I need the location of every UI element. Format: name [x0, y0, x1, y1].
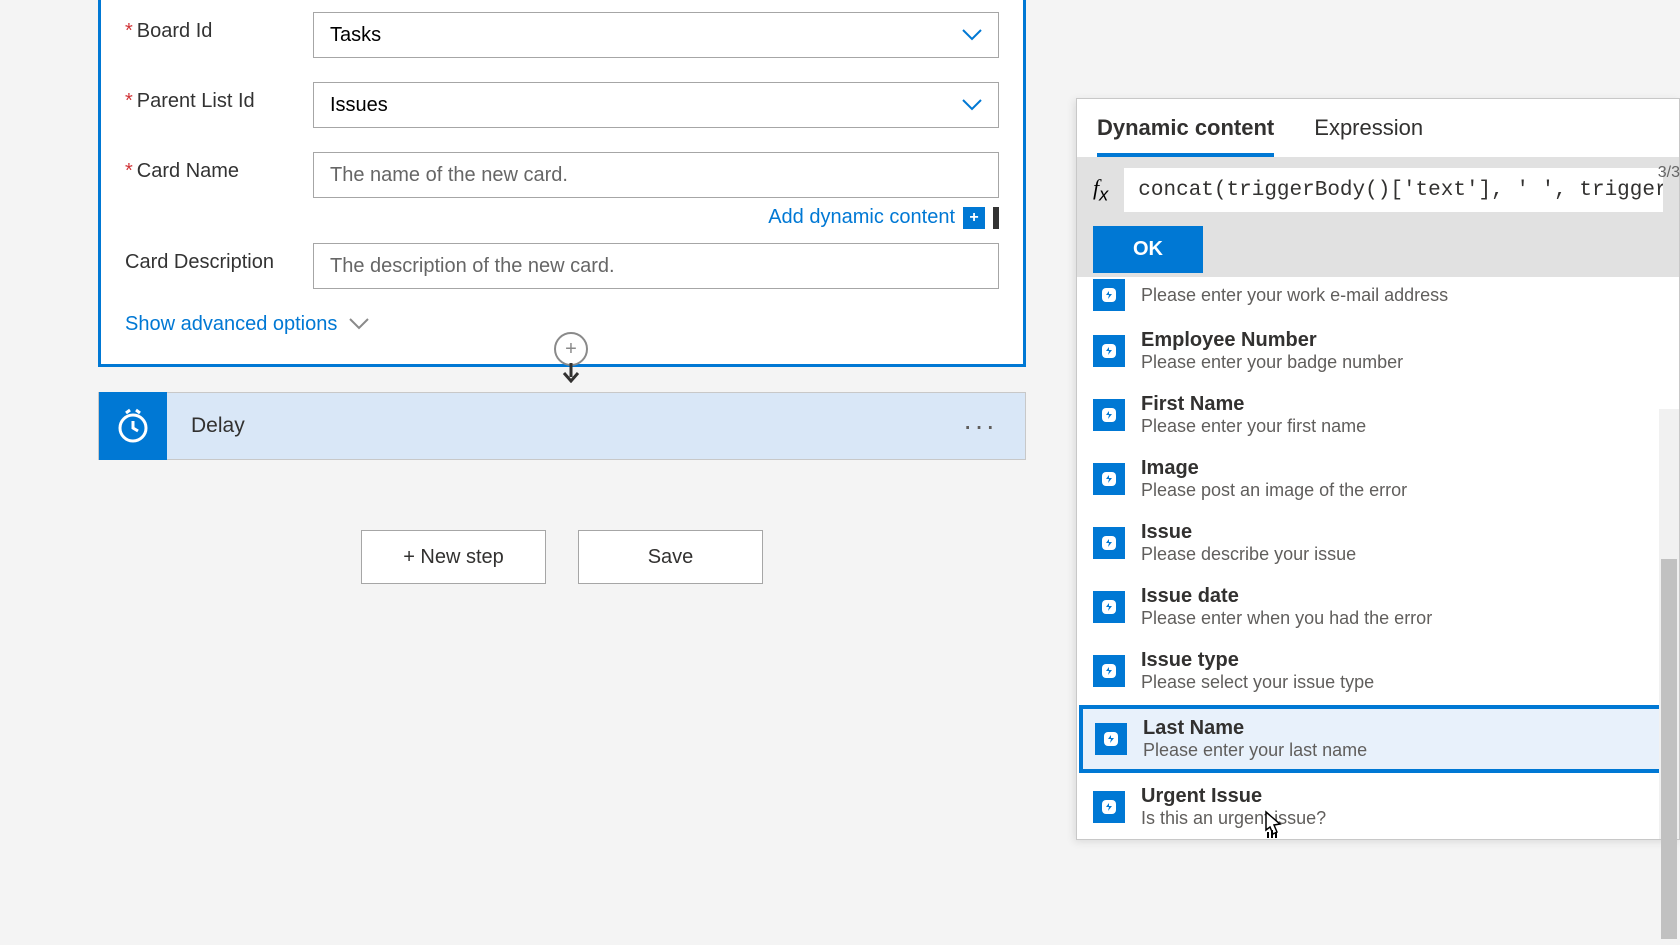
item-text: Last NamePlease enter your last name [1143, 717, 1367, 761]
board-id-row: *Board Id Tasks [125, 0, 999, 70]
item-desc: Please select your issue type [1141, 672, 1374, 693]
add-step-circle-icon[interactable]: + [554, 332, 588, 366]
item-desc: Please post an image of the error [1141, 480, 1407, 501]
content-item-employee-number[interactable]: Employee NumberPlease enter your badge n… [1077, 319, 1679, 383]
add-dynamic-content-row: Add dynamic content + [313, 206, 999, 229]
item-title: Employee Number [1141, 329, 1403, 352]
content-item-issue-date[interactable]: Issue datePlease enter when you had the … [1077, 575, 1679, 639]
fx-icon: fx [1093, 175, 1112, 205]
card-name-input[interactable]: The name of the new card. [313, 152, 999, 198]
action-buttons: + New step Save [98, 530, 1026, 584]
item-title: Issue [1141, 521, 1356, 544]
scroll-thumb[interactable] [1661, 559, 1677, 939]
content-item-email[interactable]: Please enter your work e-mail address [1077, 277, 1679, 319]
delay-label: Delay [167, 414, 963, 438]
item-text: Please enter your work e-mail address [1141, 285, 1448, 306]
arrow-down-icon [560, 362, 582, 390]
item-title: Image [1141, 457, 1407, 480]
dynamic-content-panel: Dynamic content Expression fx concat(tri… [1076, 98, 1680, 840]
item-title: Urgent Issue [1141, 785, 1326, 808]
create-card-form: *Board Id Tasks *Parent List Id Issues *… [98, 0, 1026, 367]
item-desc: Please describe your issue [1141, 544, 1356, 565]
item-title: Issue date [1141, 585, 1432, 608]
flow-connector: + [554, 332, 588, 390]
item-desc: Please enter when you had the error [1141, 608, 1432, 629]
save-button[interactable]: Save [578, 530, 763, 584]
board-id-value: Tasks [330, 24, 381, 47]
content-item-first-name[interactable]: First NamePlease enter your first name [1077, 383, 1679, 447]
board-id-input-wrap: Tasks [313, 12, 999, 58]
parent-list-select[interactable]: Issues [313, 82, 999, 128]
required-star: * [125, 20, 133, 42]
delay-step[interactable]: Delay ··· [98, 392, 1026, 460]
required-star: * [125, 160, 133, 182]
board-id-select[interactable]: Tasks [313, 12, 999, 58]
trigger-icon [1093, 791, 1125, 823]
parent-list-row: *Parent List Id Issues [125, 70, 999, 140]
arrow-indicator [993, 207, 999, 229]
content-item-image[interactable]: ImagePlease post an image of the error [1077, 447, 1679, 511]
chevron-down-icon [962, 95, 982, 116]
card-description-input-wrap: The description of the new card. [313, 243, 999, 289]
page-indicator: 3/3 [1658, 164, 1680, 182]
new-step-button[interactable]: + New step [361, 530, 546, 584]
card-name-input-wrap: The name of the new card. Add dynamic co… [313, 152, 999, 229]
parent-list-label: *Parent List Id [125, 82, 313, 113]
advanced-options-label: Show advanced options [125, 313, 337, 336]
content-item-issue-type[interactable]: Issue typePlease select your issue type [1077, 639, 1679, 703]
parent-list-input-wrap: Issues [313, 82, 999, 128]
card-description-row: Card Description The description of the … [125, 231, 999, 301]
trigger-icon [1093, 399, 1125, 431]
item-desc: Please enter your last name [1143, 740, 1367, 761]
required-star: * [125, 90, 133, 112]
card-name-row: *Card Name The name of the new card. Add… [125, 140, 999, 231]
tab-dynamic-content[interactable]: Dynamic content [1097, 115, 1274, 157]
content-item-last-name[interactable]: Last NamePlease enter your last name [1079, 705, 1673, 773]
item-desc: Please enter your work e-mail address [1141, 285, 1448, 306]
more-options-icon[interactable]: ··· [963, 410, 1025, 442]
card-name-label: *Card Name [125, 152, 313, 183]
panel-tabs: Dynamic content Expression [1077, 99, 1679, 158]
add-dynamic-content-link[interactable]: Add dynamic content [768, 206, 955, 229]
formula-row: fx concat(triggerBody()['text'], ' ', tr… [1077, 158, 1679, 222]
item-desc: Is this an urgent issue? [1141, 808, 1326, 829]
item-title: Last Name [1143, 717, 1367, 740]
trigger-icon [1093, 591, 1125, 623]
delay-clock-icon [99, 392, 167, 460]
content-item-urgent-issue[interactable]: Urgent IssueIs this an urgent issue? [1077, 775, 1679, 839]
tab-expression[interactable]: Expression [1314, 115, 1423, 157]
item-text: ImagePlease post an image of the error [1141, 457, 1407, 501]
ok-button[interactable]: OK [1093, 226, 1203, 273]
item-text: IssuePlease describe your issue [1141, 521, 1356, 565]
trigger-icon [1093, 655, 1125, 687]
item-desc: Please enter your badge number [1141, 352, 1403, 373]
trigger-icon [1093, 279, 1125, 311]
chevron-down-icon [962, 25, 982, 46]
trigger-icon [1093, 335, 1125, 367]
item-text: Issue datePlease enter when you had the … [1141, 585, 1432, 629]
trigger-icon [1093, 527, 1125, 559]
scrollbar[interactable] [1659, 409, 1679, 839]
board-id-label: *Board Id [125, 12, 313, 43]
trigger-icon [1093, 463, 1125, 495]
trigger-icon [1095, 723, 1127, 755]
item-text: Urgent IssueIs this an urgent issue? [1141, 785, 1326, 829]
item-text: Employee NumberPlease enter your badge n… [1141, 329, 1403, 373]
item-text: First NamePlease enter your first name [1141, 393, 1366, 437]
item-title: First Name [1141, 393, 1366, 416]
card-description-label: Card Description [125, 243, 313, 274]
chevron-down-icon [349, 313, 369, 336]
card-description-input[interactable]: The description of the new card. [313, 243, 999, 289]
item-title: Issue type [1141, 649, 1374, 672]
formula-input[interactable]: concat(triggerBody()['text'], ' ', trigg… [1124, 168, 1663, 212]
content-item-issue[interactable]: IssuePlease describe your issue [1077, 511, 1679, 575]
plus-badge-icon[interactable]: + [963, 207, 985, 229]
item-desc: Please enter your first name [1141, 416, 1366, 437]
ok-button-row: OK [1077, 222, 1679, 277]
dynamic-content-list: Please enter your work e-mail address Em… [1077, 277, 1679, 839]
item-text: Issue typePlease select your issue type [1141, 649, 1374, 693]
parent-list-value: Issues [330, 94, 388, 117]
